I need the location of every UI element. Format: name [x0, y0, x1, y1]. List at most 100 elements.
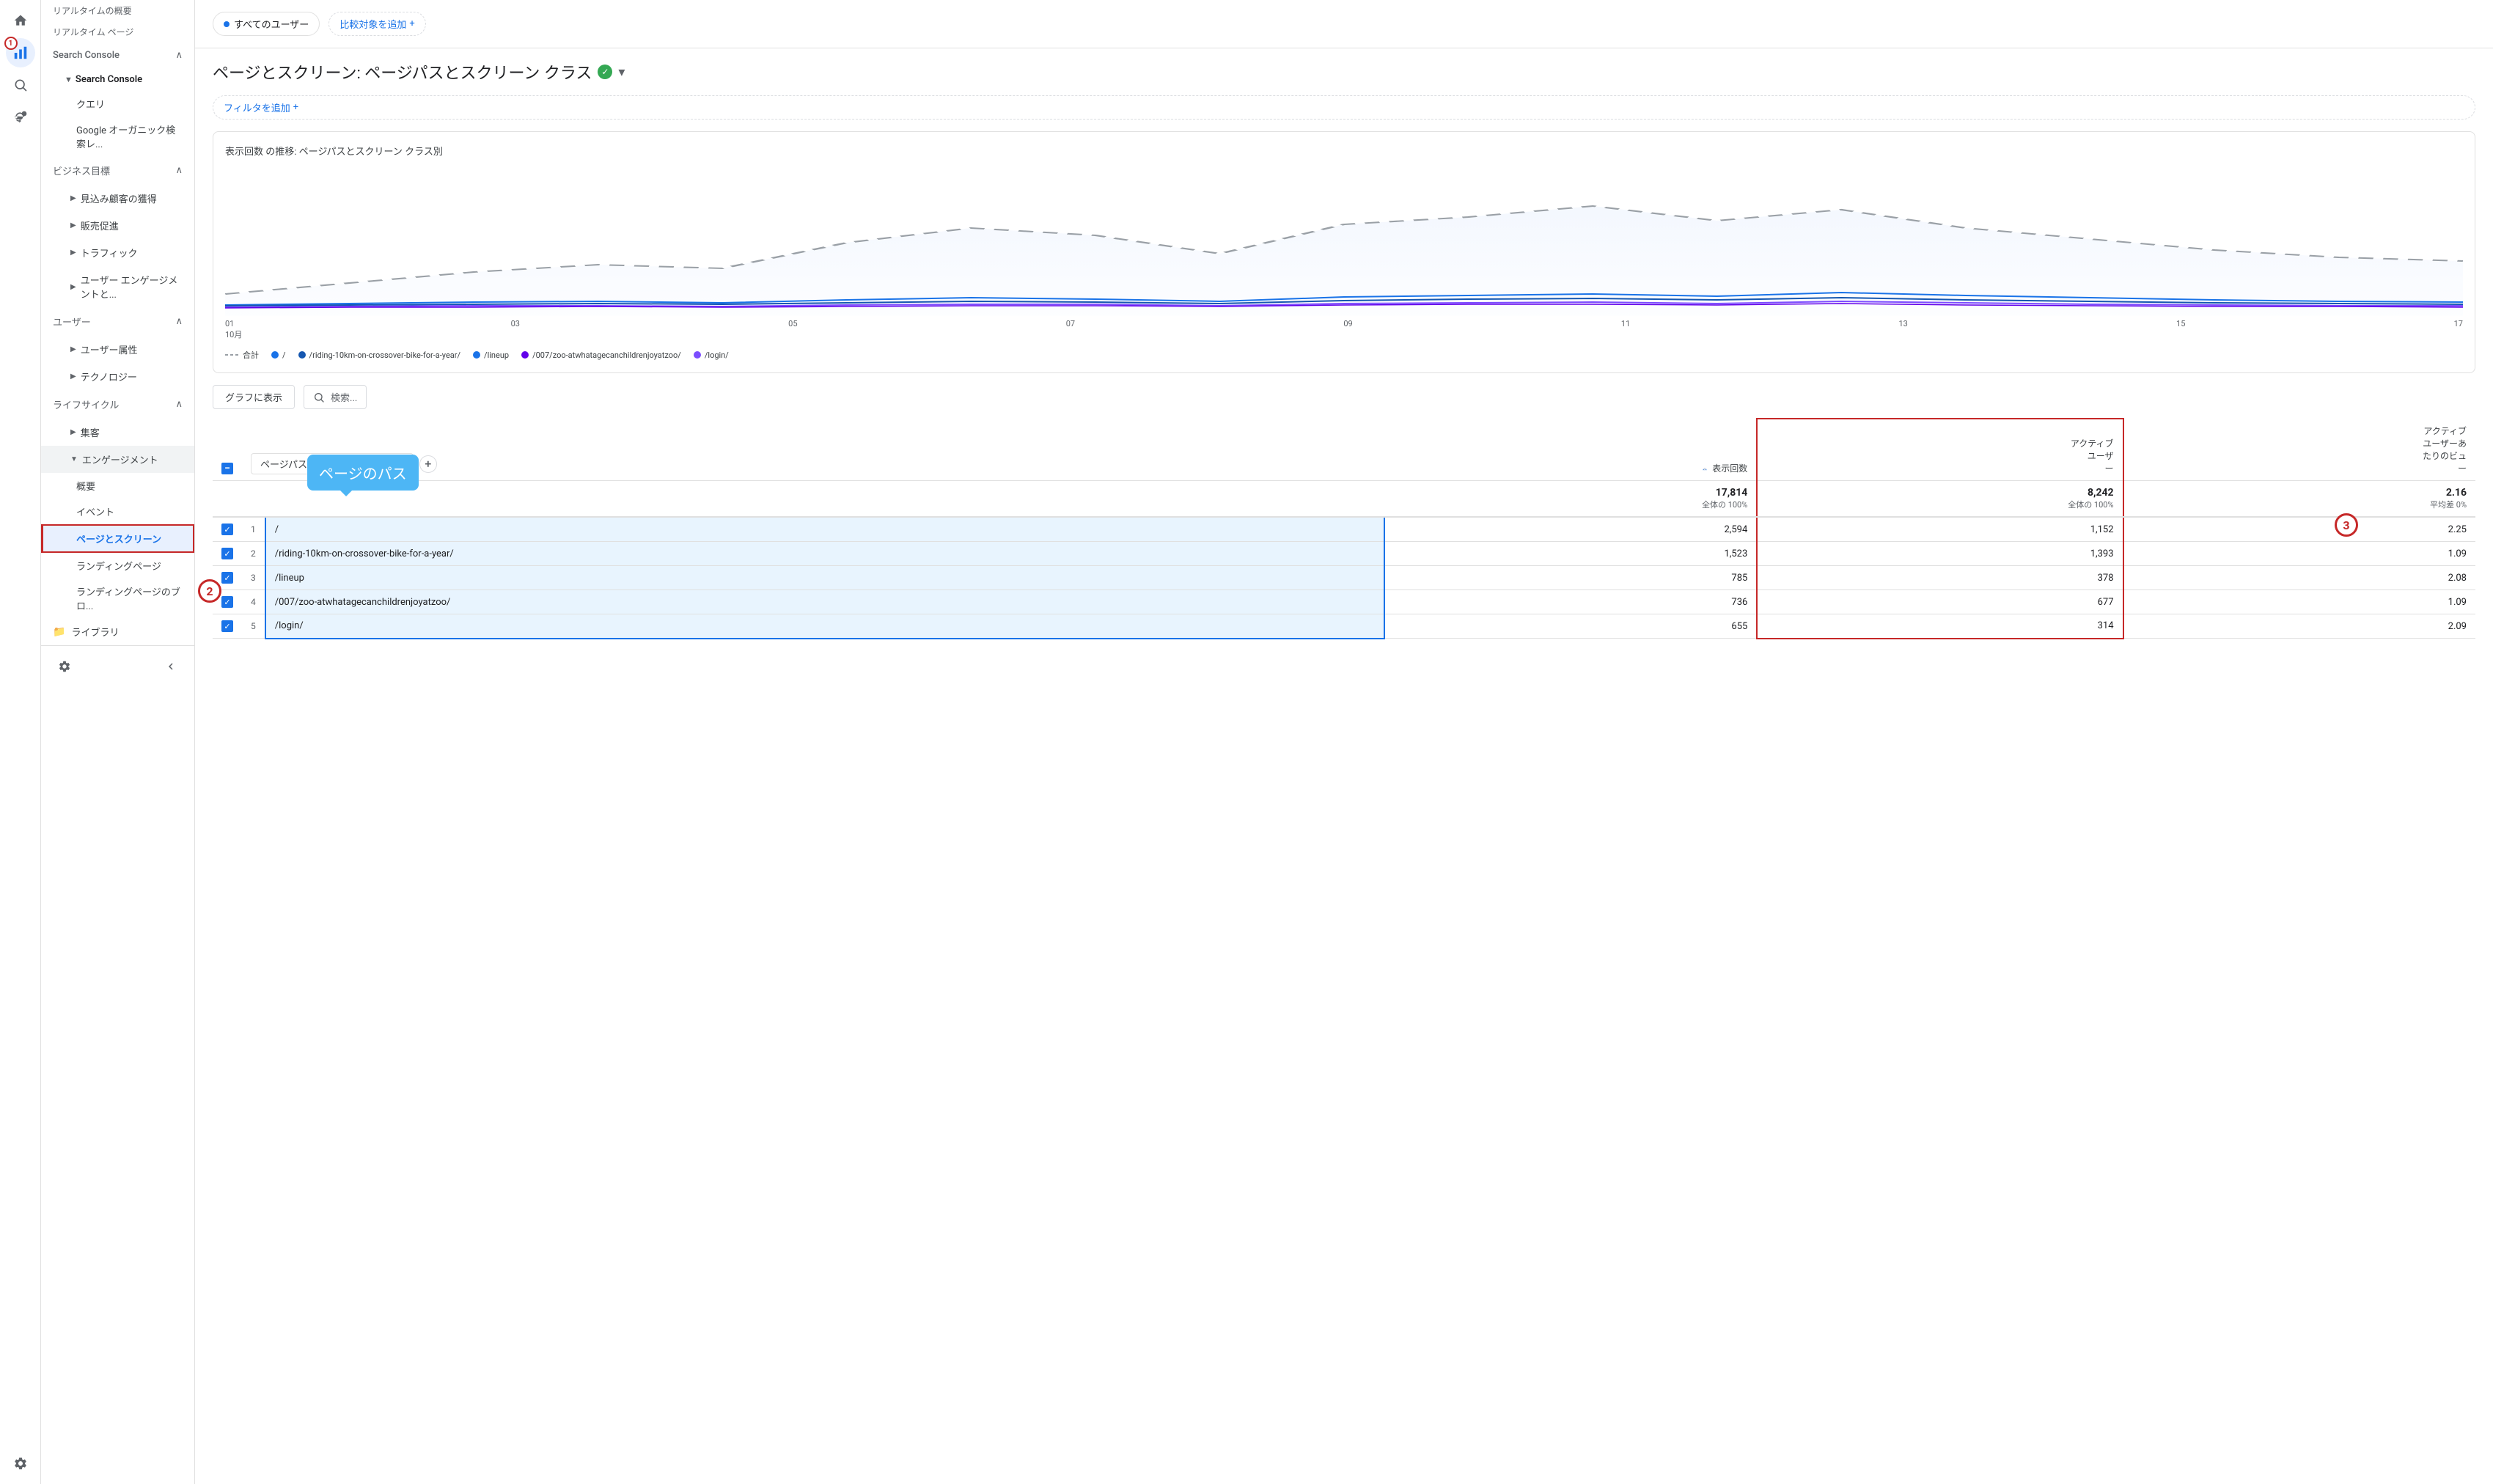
sidebar-item-search-console-bold[interactable]: ▼ Search Console [41, 68, 194, 91]
table-row: ✓ 3 /lineup 785 378 2.08 [213, 566, 2475, 590]
row-path[interactable]: /riding-10km-on-crossover-bike-for-a-yea… [265, 542, 1384, 566]
top-bar: すべてのユーザー 比較対象を追加 + [195, 0, 2493, 48]
sidebar-item-landing-page-blog[interactable]: ランディングページのブロ... [41, 578, 194, 618]
table-row: ✓ 2 /riding-10km-on-crossover-bike-for-a… [213, 542, 2475, 566]
home-nav-icon[interactable] [6, 6, 35, 35]
tooltip-box: ページのパス [307, 455, 419, 491]
chevron-up-icon-4: ∧ [175, 399, 183, 410]
settings-footer-icon[interactable] [53, 655, 76, 678]
search-placeholder: 検索... [331, 390, 357, 404]
sidebar-item-acquisition[interactable]: ▶ 集客 [41, 419, 194, 446]
search-console-section-header[interactable]: Search Console ∧ [41, 43, 194, 68]
row-active-users: 1,152 [1757, 517, 2123, 542]
add-filter-button[interactable]: フィルタを追加 + [213, 95, 2475, 120]
business-goals-section-header[interactable]: ビジネス目標 ∧ [41, 156, 194, 185]
sidebar-item-landing-page[interactable]: ランディングページ [41, 553, 194, 578]
sidebar-item-realtime-overview[interactable]: リアルタイムの概要 [41, 0, 194, 21]
advertising-nav-icon[interactable] [6, 103, 35, 132]
sidebar-item-overview[interactable]: 概要 [41, 473, 194, 499]
sidebar-item-engagement-goals[interactable]: ▶ ユーザー エンゲージメントと... [41, 266, 194, 307]
user-section-header[interactable]: ユーザー ∧ [41, 307, 194, 336]
title-dropdown-arrow[interactable]: ▾ [618, 65, 625, 80]
summary-active-users: 8,242 全体の 100% [1757, 481, 2123, 518]
select-all-header[interactable]: − [213, 419, 242, 481]
graph-display-button[interactable]: グラフに表示 [213, 385, 295, 409]
row-path[interactable]: /login/ [265, 614, 1384, 639]
sidebar-item-lead-generation[interactable]: ▶ 見込み顧客の獲得 [41, 185, 194, 212]
row-checkbox[interactable]: ✓ [221, 548, 233, 559]
table-container: グラフに表示 検索... ページのパス 2 3 [213, 385, 2475, 639]
acquisition-label: 集客 [81, 425, 100, 439]
chart-x-labels: 0110月 03 05 07 09 11 13 15 17 [225, 316, 2463, 343]
x-label-7: 13 [1898, 319, 1907, 340]
sidebar-item-library[interactable]: 📁 ライブラリ [41, 618, 194, 645]
green-check-icon: ✓ [598, 65, 612, 79]
row-checkbox-cell[interactable]: ✓ [213, 542, 242, 566]
row-views: 1,523 [1384, 542, 1758, 566]
row-checkbox[interactable]: ✓ [221, 524, 233, 535]
legend-login[interactable]: /login/ [693, 350, 729, 360]
collapse-sidebar-btn[interactable] [159, 655, 183, 678]
add-filter-label: フィルタを追加 [224, 100, 290, 114]
row-checkbox-cell[interactable]: ✓ [213, 614, 242, 639]
sidebar-item-realtime-page[interactable]: リアルタイム ページ [41, 21, 194, 43]
total-active-users-sub: 全体の 100% [1766, 499, 2113, 510]
x-label-1: 0110月 [225, 319, 242, 340]
row-checkbox[interactable]: ✓ [221, 596, 233, 608]
sidebar-item-pages-screens[interactable]: ページとスクリーン [41, 524, 194, 553]
x-label-8: 15 [2176, 319, 2185, 340]
views-header[interactable]: 表示回数 [1384, 419, 1758, 481]
table-row: ✓ 1 / 2,594 1,152 2.25 [213, 517, 2475, 542]
legend-riding[interactable]: /riding-10km-on-crossover-bike-for-a-yea… [298, 350, 460, 360]
indeterminate-checkbox[interactable]: − [221, 463, 233, 474]
row-path[interactable]: /lineup [265, 566, 1384, 590]
active-users-header[interactable]: アクティブユーザー [1757, 419, 2123, 481]
settings-icon[interactable] [6, 1449, 35, 1478]
badge-number: 1 [4, 37, 18, 50]
row-path[interactable]: /007/zoo-atwhatagecanchildrenjoyatzoo/ [265, 590, 1384, 614]
main-content: すべてのユーザー 比較対象を追加 + ページとスクリーン: ページパスとスクリー… [195, 0, 2493, 1484]
chart-legend: 合計 / /riding-10km-on-crossover-bike-for-… [225, 343, 2463, 361]
search-box[interactable]: 検索... [304, 385, 367, 409]
add-compare-label: 比較対象を追加 [339, 17, 406, 31]
table-row: ✓ 5 /login/ 655 314 2.09 [213, 614, 2475, 639]
add-dimension-btn[interactable]: + [419, 455, 437, 473]
all-users-chip[interactable]: すべてのユーザー [213, 12, 320, 36]
row-checkbox[interactable]: ✓ [221, 572, 233, 584]
row-checkbox[interactable]: ✓ [221, 620, 233, 632]
sidebar-item-technology[interactable]: ▶ テクノロジー [41, 363, 194, 390]
search-icon [313, 392, 325, 403]
engagement-main-label: エンゲージメント [82, 452, 158, 466]
legend-total[interactable]: 合計 [225, 349, 259, 361]
sidebar-item-demographics[interactable]: ▶ ユーザー属性 [41, 336, 194, 363]
legend-slash[interactable]: / [271, 350, 286, 360]
search-nav-icon[interactable] [6, 70, 35, 100]
row-checkbox-cell[interactable]: ✓ [213, 517, 242, 542]
row-num: 5 [242, 614, 265, 639]
sidebar-item-traffic[interactable]: ▶ トラフィック [41, 239, 194, 266]
sidebar-item-events[interactable]: イベント [41, 499, 194, 524]
legend-zoo[interactable]: /007/zoo-atwhatagecanchildrenjoyatzoo/ [521, 350, 681, 360]
legend-lineup[interactable]: /lineup [472, 350, 509, 360]
row-path[interactable]: / [265, 517, 1384, 542]
search-console-header-label: Search Console [53, 50, 120, 61]
analytics-nav-icon[interactable]: 1 [6, 38, 35, 67]
engagement-goals-label: ユーザー エンゲージメントと... [81, 273, 183, 301]
add-compare-button[interactable]: 比較対象を追加 + [328, 12, 425, 36]
sidebar-item-organic[interactable]: Google オーガニック検索レ... [41, 117, 194, 156]
x-label-2: 03 [511, 319, 520, 340]
per-user-header[interactable]: アクティブユーザーあたりのビュー [2123, 419, 2475, 481]
chevron-up-icon-3: ∧ [175, 316, 183, 327]
lifecycle-section-header[interactable]: ライフサイクル ∧ [41, 390, 194, 419]
sidebar-item-query[interactable]: クエリ [41, 91, 194, 117]
row-views: 2,594 [1384, 517, 1758, 542]
chart-title: 表示回数 の推移: ページパスとスクリーン クラス別 [225, 144, 2463, 158]
active-users-header-label: アクティブユーザー [2071, 438, 2114, 474]
page-header: ページとスクリーン: ページパスとスクリーン クラス ✓ ▾ [195, 48, 2493, 95]
arrow-icon-6: ▶ [70, 372, 76, 381]
views-header-label: 表示回数 [1712, 463, 1747, 474]
sidebar-item-engagement-main[interactable]: ▼ エンゲージメント [41, 446, 194, 473]
sidebar-item-sales[interactable]: ▶ 販売促進 [41, 212, 194, 239]
library-folder-icon: 📁 [53, 626, 65, 638]
lead-gen-label: 見込み顧客の獲得 [81, 191, 157, 205]
